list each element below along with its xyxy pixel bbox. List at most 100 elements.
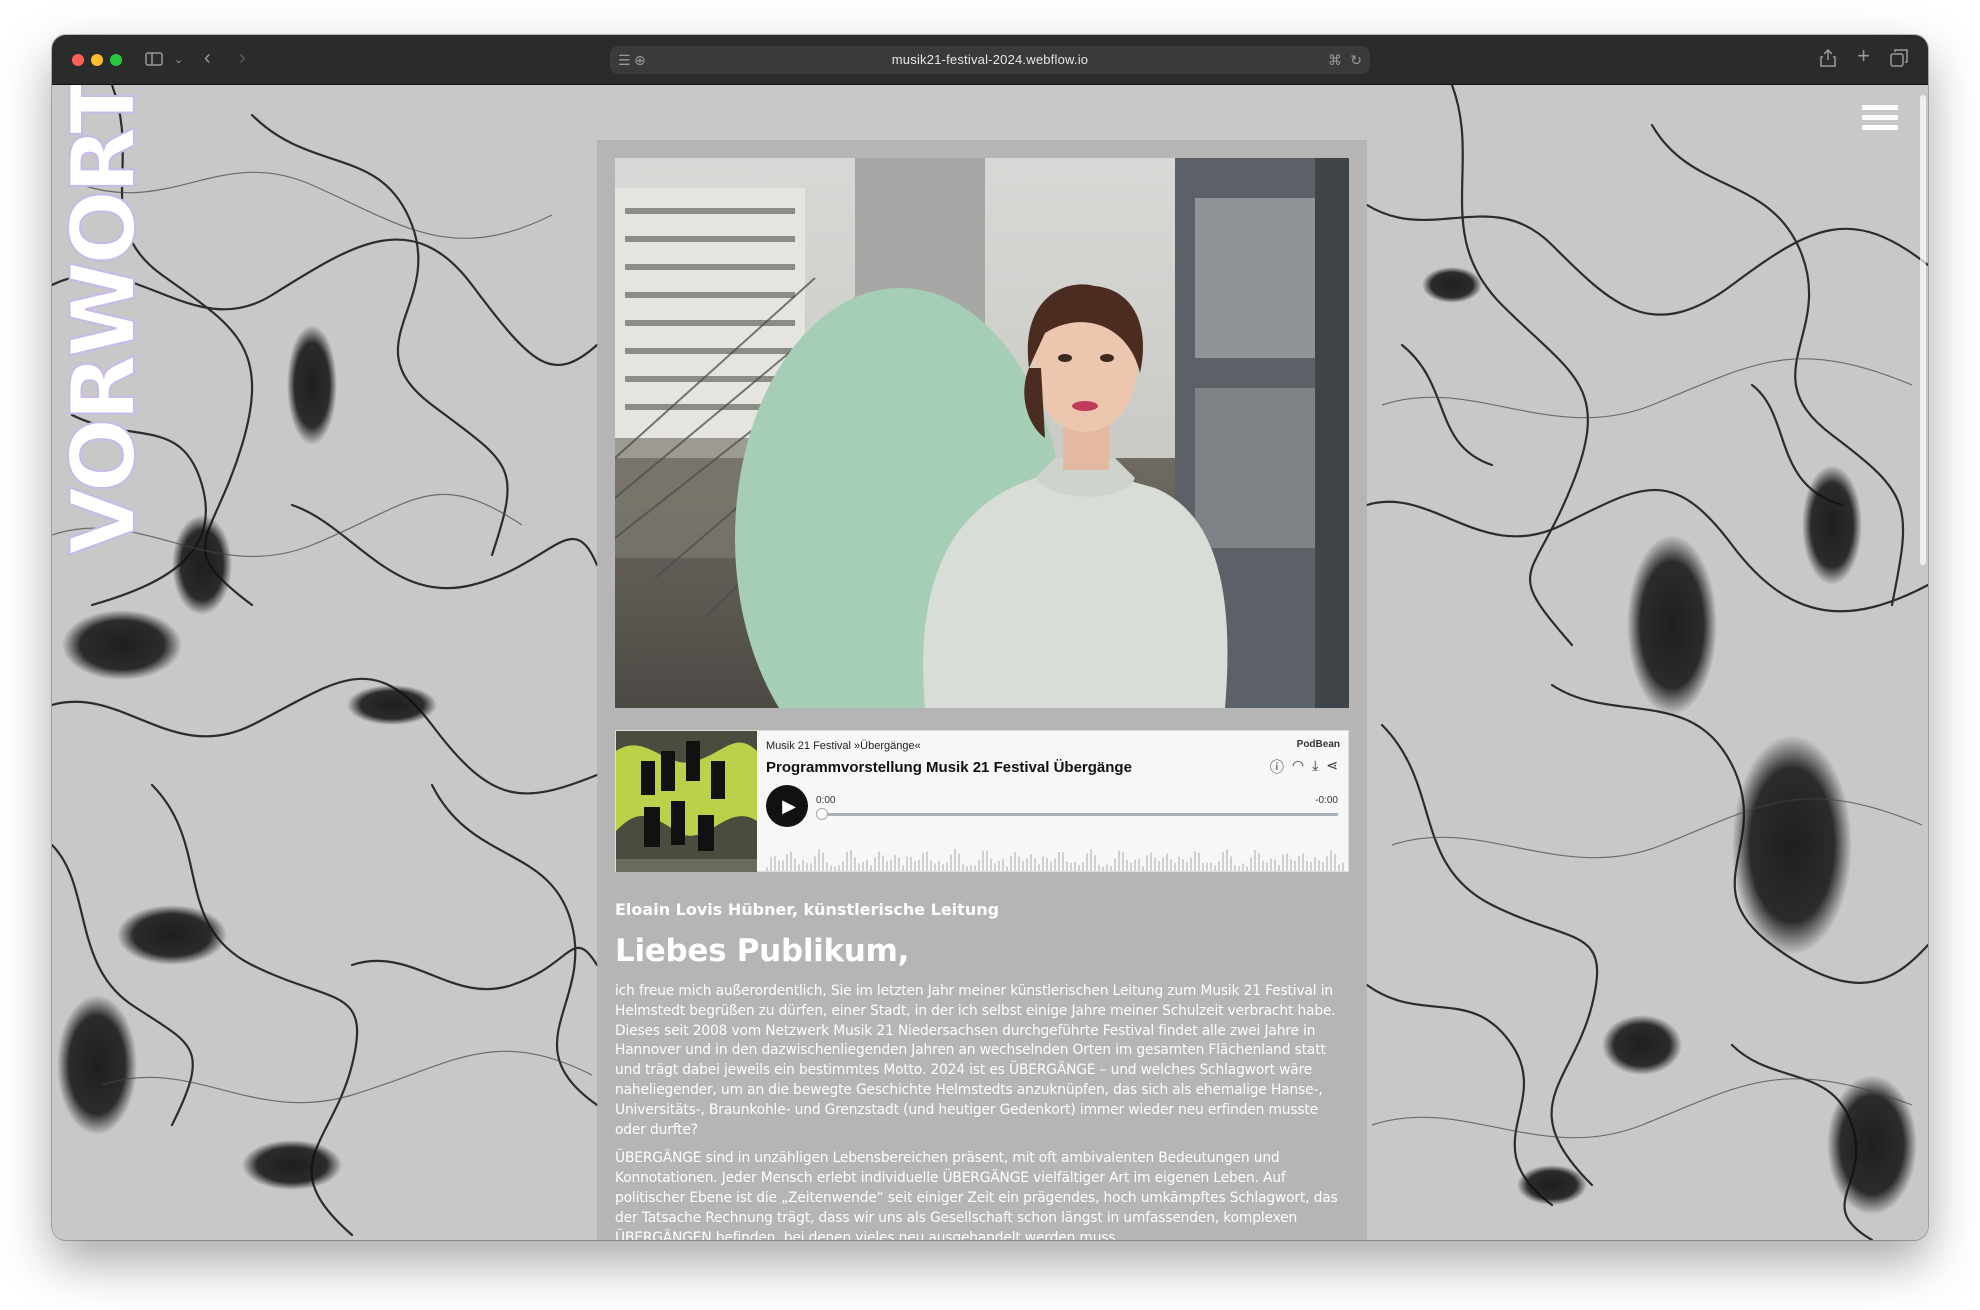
- waveform-bar: [874, 857, 876, 871]
- waveform-bar: [1226, 849, 1228, 871]
- waveform-bar: [1306, 860, 1308, 871]
- waveform-bar: [878, 851, 880, 871]
- waveform-bar: [1142, 866, 1144, 871]
- url-text: musik21-festival-2024.webflow.io: [891, 52, 1089, 67]
- waveform-bar: [778, 860, 780, 871]
- waveform-bar: [1302, 853, 1304, 871]
- waveform-bar: [1010, 856, 1012, 871]
- waveform-bar: [914, 861, 916, 871]
- waveform-bar: [1230, 856, 1232, 871]
- waveform-bar: [1258, 853, 1260, 871]
- waveform-bar: [1034, 858, 1036, 871]
- sidebar-toggle-icon[interactable]: [145, 51, 163, 70]
- waveform-bar: [1206, 862, 1208, 871]
- waveform-bar: [1114, 858, 1116, 871]
- waveform-bar: [1242, 863, 1244, 871]
- waveform-bar: [966, 866, 968, 871]
- address-bar[interactable]: ☰ ⊕ musik21-festival-2024.webflow.io ⌘ ↻: [610, 46, 1370, 74]
- forward-icon[interactable]: ›: [239, 48, 246, 68]
- share-icon[interactable]: ⋖: [1326, 757, 1338, 777]
- download-icon[interactable]: ⤓: [1312, 757, 1318, 777]
- waveform-bar: [934, 863, 936, 871]
- waveform-bar: [842, 861, 844, 871]
- menu-icon-bar: [1862, 105, 1898, 110]
- web-page: VORWORT Musik 21 Festival »Übergänge« Pr…: [52, 85, 1928, 1240]
- remaining-time: -0:00: [1315, 795, 1338, 806]
- waveform-bar: [1250, 857, 1252, 871]
- waveform-bar: [1094, 855, 1096, 871]
- waveform-bar: [1270, 858, 1272, 871]
- waveform-bar: [1058, 851, 1060, 871]
- site-logo[interactable]: VORWORT: [56, 85, 146, 555]
- waveform-bar: [830, 865, 832, 871]
- waveform-bar: [1342, 862, 1344, 871]
- waveform-bar: [982, 850, 984, 871]
- waveform-bar: [1322, 861, 1324, 871]
- share-icon[interactable]: [1820, 48, 1836, 70]
- current-time: 0:00: [816, 795, 836, 806]
- waveform-bar: [882, 855, 884, 871]
- waveform-bar: [970, 865, 972, 871]
- waveform-bar: [1158, 861, 1160, 871]
- waveform-bar: [1102, 866, 1104, 871]
- progress-handle[interactable]: [816, 808, 828, 820]
- waveform-bar: [962, 863, 964, 871]
- waveform-bar: [826, 862, 828, 871]
- translate-icon[interactable]: ⌘: [1328, 51, 1342, 69]
- info-icon[interactable]: ⓘ: [1270, 757, 1284, 777]
- minimize-window-button[interactable]: [91, 54, 103, 66]
- rss-icon[interactable]: ◠: [1292, 757, 1304, 777]
- play-button[interactable]: ▶: [766, 785, 808, 827]
- waveform-bar: [1266, 862, 1268, 871]
- waveform-bar: [938, 860, 940, 871]
- waveform-bar: [1026, 858, 1028, 871]
- waveform-bar: [906, 856, 908, 871]
- waveform-bar: [1170, 859, 1172, 871]
- waveform-bar: [1210, 863, 1212, 871]
- waveform-bar: [1198, 852, 1200, 871]
- waveform-bar: [902, 865, 904, 871]
- article-heading: Liebes Publikum,: [615, 933, 910, 969]
- back-icon[interactable]: ‹: [204, 48, 211, 68]
- waveform-bar: [926, 851, 928, 871]
- waveform-bar: [794, 858, 796, 871]
- waveform-bar: [1314, 857, 1316, 871]
- waveform-bar: [1126, 859, 1128, 871]
- page-scrollbar[interactable]: [1920, 95, 1926, 565]
- paragraph: ich freue mich außerordentlich, Sie im l…: [615, 983, 1336, 1138]
- waveform-bar: [1130, 862, 1132, 871]
- podbean-logo[interactable]: PodBean: [1297, 739, 1340, 750]
- waveform-bar: [1310, 861, 1312, 871]
- portrait-photo: [615, 158, 1349, 708]
- waveform-bar: [1002, 859, 1004, 871]
- new-tab-icon[interactable]: +: [1857, 45, 1870, 67]
- waveform-bar: [1138, 859, 1140, 871]
- waveform-bar: [986, 850, 988, 871]
- chevron-down-icon[interactable]: ⌄: [174, 51, 183, 69]
- waveform-bar: [766, 867, 768, 871]
- waveform-bar: [822, 852, 824, 871]
- close-window-button[interactable]: [72, 54, 84, 66]
- waveform-bar: [1134, 859, 1136, 871]
- reload-icon[interactable]: ↻: [1350, 51, 1362, 69]
- waveform-bar: [1186, 861, 1188, 871]
- waveform-bar: [1286, 853, 1288, 871]
- waveform-bar: [894, 854, 896, 871]
- article-body: ich freue mich außerordentlich, Sie im l…: [615, 982, 1353, 1240]
- waveform-bar: [942, 864, 944, 871]
- waveform-bar: [1014, 851, 1016, 871]
- waveform-bar: [1254, 850, 1256, 871]
- waveform-bar: [1098, 864, 1100, 871]
- waveform-bar: [1282, 854, 1284, 871]
- waveform-bar: [998, 860, 1000, 871]
- progress-track[interactable]: [820, 813, 1338, 816]
- waveform-bar: [1274, 859, 1276, 871]
- waveform-bar: [1202, 863, 1204, 871]
- podcast-actions: ⓘ ◠ ⤓ ⋖: [1270, 757, 1338, 777]
- waveform-bar: [1118, 850, 1120, 871]
- waveform-bar: [1262, 860, 1264, 871]
- hamburger-menu-button[interactable]: [1862, 105, 1898, 137]
- waveform-bar: [1062, 852, 1064, 871]
- zoom-window-button[interactable]: [110, 54, 122, 66]
- tab-overview-icon[interactable]: [1890, 49, 1908, 70]
